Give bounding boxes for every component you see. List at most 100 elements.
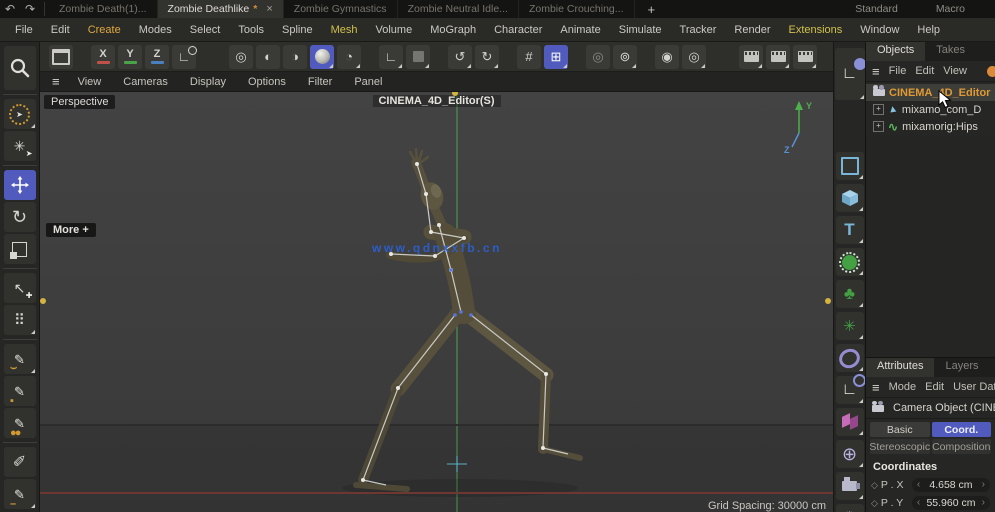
menu-help[interactable]: Help (908, 24, 949, 36)
cube-primitive-button[interactable] (835, 184, 864, 212)
tab-takes[interactable]: Takes (925, 42, 976, 61)
tab-zombie-deathlike[interactable]: Zombie Deathlike * × (157, 0, 284, 18)
spline-arc-button[interactable]: ✎ – (3, 479, 36, 510)
menu-tracker[interactable]: Tracker (671, 24, 726, 36)
tab-zombie-gymnastics[interactable]: Zombie Gymnastics (284, 0, 398, 18)
viewport-menu-filter[interactable]: Filter (298, 76, 342, 88)
attr-menu-mode[interactable]: Mode (889, 381, 917, 393)
y-axis-lock-button[interactable]: Y (118, 44, 142, 69)
view-label[interactable]: Perspective (44, 95, 116, 109)
tab-zombie-death-1[interactable]: Zombie Death(1)... (49, 0, 158, 18)
snap-grid-button[interactable]: ⊞ (544, 44, 568, 69)
light-object-button[interactable]: ✺ (835, 504, 864, 512)
position-y-value[interactable]: 55.960 cm (920, 497, 981, 509)
snap-target-button[interactable]: ⊚ (613, 44, 637, 69)
redo-icon[interactable]: ↷ (20, 0, 40, 18)
snap-points-tool-button[interactable]: ⠿ (3, 305, 36, 335)
expand-icon[interactable]: + (873, 121, 884, 132)
spline-pen-button[interactable]: ✎ ⌣ (3, 344, 36, 374)
position-x-value[interactable]: 4.658 cm (920, 479, 981, 491)
camera-object-button[interactable] (835, 472, 864, 500)
view-sync-dot-right[interactable] (825, 298, 831, 304)
menu-animate[interactable]: Animate (551, 24, 609, 36)
grid-toggle-button[interactable]: # (517, 44, 541, 69)
objects-menu-edit[interactable]: Edit (915, 65, 934, 77)
live-selection-button[interactable]: ➤ (3, 99, 36, 129)
solo-mode-button[interactable]: ◎ (682, 44, 706, 69)
menu-spline[interactable]: Spline (273, 24, 322, 36)
render-settings-button[interactable] (793, 44, 817, 69)
menu-mesh[interactable]: Mesh (322, 24, 367, 36)
spline-sketch-button[interactable]: ✎ ▪ (3, 376, 36, 407)
workplane-button[interactable]: ∟ (172, 44, 198, 69)
mode-select[interactable]: Macro (936, 3, 965, 15)
tab-layers[interactable]: Layers (934, 358, 989, 377)
brush-tool-button[interactable]: ✐ (3, 447, 36, 477)
undo-icon[interactable]: ↶ (0, 0, 20, 18)
attribute-menu-icon[interactable]: ≡ (872, 380, 880, 395)
snap-disabled-button[interactable]: ◎ (586, 44, 610, 69)
tab-attributes[interactable]: Attributes (866, 358, 935, 377)
composition-tab-button[interactable]: Composition (931, 439, 991, 454)
viewport-menu-cameras[interactable]: Cameras (113, 76, 178, 88)
menu-render[interactable]: Render (725, 24, 779, 36)
menu-mograph[interactable]: MoGraph (421, 24, 485, 36)
spline-smooth-button[interactable]: ✎ ●● (3, 408, 36, 439)
subdivision-surface-button[interactable] (835, 248, 864, 276)
shading-flat-button[interactable]: ◎ (229, 44, 253, 69)
text-object-button[interactable]: T (835, 216, 864, 244)
z-axis-lock-button[interactable]: Z (145, 44, 169, 69)
deformer-button[interactable] (835, 344, 864, 372)
menu-create[interactable]: Create (79, 24, 130, 36)
tab-objects[interactable]: Objects (866, 42, 926, 61)
position-x-field[interactable]: ‹ 4.658 cm › (911, 478, 990, 492)
zoom-tool-button[interactable] (3, 46, 36, 90)
workplane-mode-button[interactable] (406, 44, 430, 69)
coord-tab-button[interactable]: Coord. (931, 422, 991, 437)
viewport-menu-view[interactable]: View (68, 76, 112, 88)
tab-zombie-neutral-idle[interactable]: Zombie Neutral Idle... (398, 0, 519, 18)
render-view-button[interactable] (739, 44, 763, 69)
menu-volume[interactable]: Volume (367, 24, 422, 36)
perspective-viewport[interactable]: Perspective CINEMA_4D_Editor(S) More + w… (40, 92, 833, 512)
position-y-field[interactable]: ‹ 55.960 cm › (911, 496, 990, 510)
shading-gouraud-button[interactable] (310, 44, 334, 69)
objects-menu-file[interactable]: File (889, 65, 907, 77)
view-undo-button[interactable]: ↺ (448, 44, 472, 69)
menu-extensions[interactable]: Extensions (779, 24, 851, 36)
panel-menu-icon[interactable]: ≡ (872, 64, 880, 79)
viewport-canvas[interactable] (40, 92, 833, 512)
view-redo-button[interactable]: ↻ (475, 44, 499, 69)
spline-primitives-button[interactable]: ∟ (834, 48, 867, 100)
stereoscopic-tab-button[interactable]: Stereoscopic (870, 439, 930, 454)
x-axis-lock-button[interactable]: X (91, 44, 115, 69)
keyframe-diamond-icon[interactable]: ◇ (871, 480, 878, 491)
viewport-menu-icon[interactable]: ≡ (46, 74, 66, 89)
expand-icon[interactable]: + (873, 104, 884, 115)
menu-tools[interactable]: Tools (229, 24, 273, 36)
move-tool-button[interactable] (3, 170, 36, 200)
tree-item-mixamo-mesh[interactable]: + ▲ mixamo_com_D (866, 101, 995, 118)
increment-icon[interactable]: › (982, 480, 985, 490)
rectangle-spline-button[interactable] (835, 152, 864, 180)
scale-tool-button[interactable] (3, 234, 36, 264)
menu-edit[interactable]: Edit (42, 24, 79, 36)
view-sync-dot-left[interactable] (40, 298, 46, 304)
array-generator-button[interactable]: ♣ (835, 280, 864, 308)
frame-selected-button[interactable] (49, 44, 73, 69)
axis-corner-button[interactable]: ∟ (379, 44, 403, 69)
rotate-tool-button[interactable]: ↻ (3, 202, 36, 232)
close-tab-icon[interactable]: × (266, 3, 272, 15)
attr-menu-edit[interactable]: Edit (925, 381, 944, 393)
menu-select[interactable]: Select (181, 24, 230, 36)
attr-menu-userdata[interactable]: User Data (953, 381, 995, 393)
shading-lines-button[interactable]: ◑ (283, 44, 307, 69)
basic-tab-button[interactable]: Basic (870, 422, 930, 437)
keyframe-diamond-icon[interactable]: ◇ (871, 498, 878, 509)
menu-character[interactable]: Character (485, 24, 551, 36)
menu-file[interactable]: File (6, 24, 42, 36)
cursor-move-tool-button[interactable]: ↖ ✚ (3, 273, 36, 303)
more-button[interactable]: More + (46, 223, 96, 237)
viewport-menu-panel[interactable]: Panel (344, 76, 392, 88)
generator-gear-button[interactable]: ✳ (835, 312, 864, 340)
